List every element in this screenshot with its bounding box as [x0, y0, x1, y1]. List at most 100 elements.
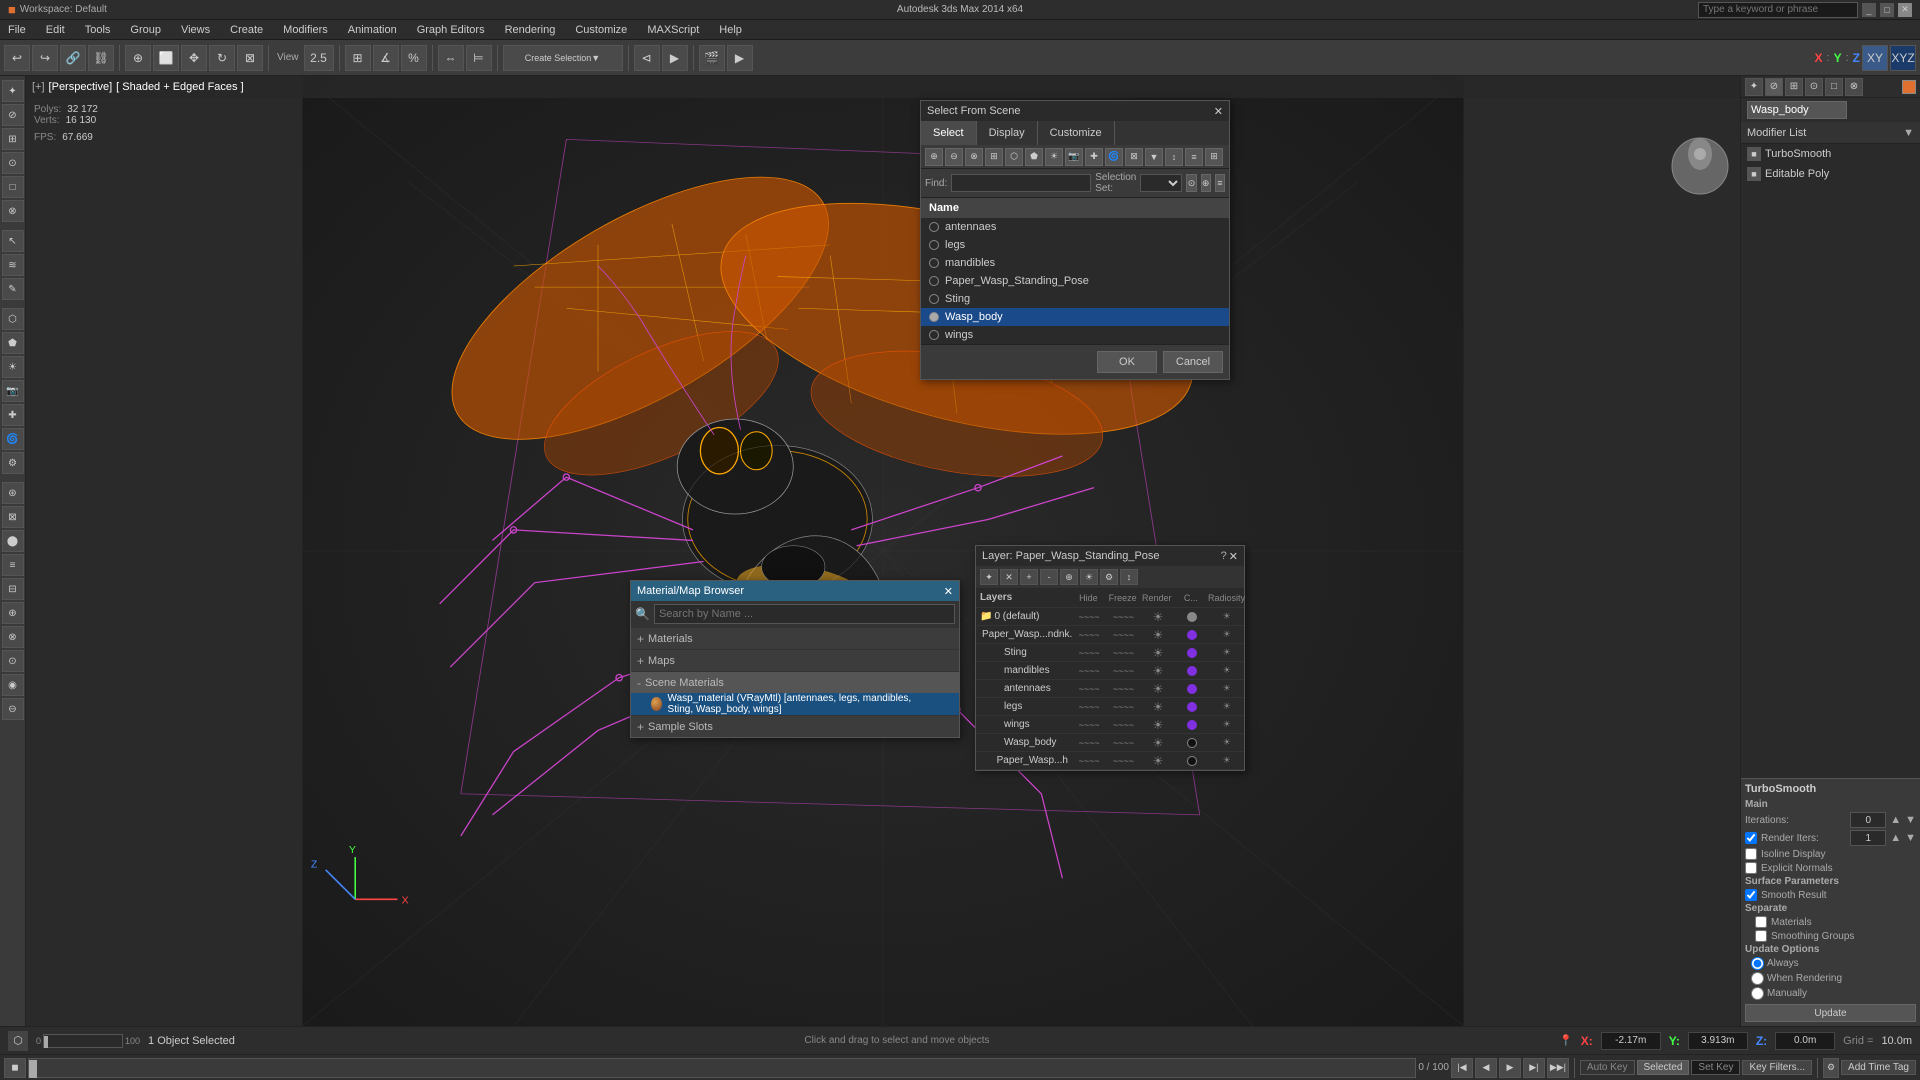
ts-when-render-radio[interactable]	[1751, 972, 1764, 985]
undo-btn[interactable]: ↩	[4, 45, 30, 71]
mat-section-maps[interactable]: + Maps	[631, 649, 959, 671]
render-setup[interactable]: 🎬	[699, 45, 725, 71]
display-tool[interactable]: □	[2, 176, 24, 198]
object-name-input[interactable]	[1747, 101, 1847, 119]
tool-extra2[interactable]: ⊠	[2, 506, 24, 528]
set-key-btn[interactable]: Set Key	[1691, 1060, 1740, 1075]
key-mode-btn[interactable]: ◼	[4, 1058, 26, 1078]
tool-paint[interactable]: ✎	[2, 278, 24, 300]
modifier-editpoly[interactable]: ■ Editable Poly	[1741, 164, 1920, 184]
viewport[interactable]: [+] [Perspective] [ Shaded + Edged Faces…	[26, 76, 1740, 1026]
sd-geom-btn[interactable]: ⬡	[1005, 148, 1023, 166]
ly-freeze-sting[interactable]: ~~~~	[1106, 644, 1140, 661]
ly-sort-btn[interactable]: ↕	[1120, 569, 1138, 585]
sd-filter-btn[interactable]: ▼	[1145, 148, 1163, 166]
unlink-btn[interactable]: ⛓	[88, 45, 114, 71]
select-region-btn[interactable]: ⬜	[153, 45, 179, 71]
ly-render-sting[interactable]: ☀	[1141, 644, 1175, 661]
sl-item-sting[interactable]: Sting	[921, 290, 1229, 308]
menu-views[interactable]: Views	[177, 24, 214, 36]
tool-extra1[interactable]: ⊛	[2, 482, 24, 504]
viewport-type[interactable]: [Perspective]	[49, 81, 113, 93]
ly-delete-btn[interactable]: ✕	[1000, 569, 1018, 585]
xyz-btn[interactable]: XYZ	[1890, 45, 1916, 71]
window-close[interactable]: ✕	[1898, 3, 1912, 17]
menu-help[interactable]: Help	[715, 24, 746, 36]
play-btn[interactable]: ▶	[1499, 1058, 1521, 1078]
menu-tools[interactable]: Tools	[81, 24, 115, 36]
play-prev-btn[interactable]: |◀	[1451, 1058, 1473, 1078]
mirror-btn[interactable]: ⇔	[438, 45, 464, 71]
sd-invert-btn[interactable]: ⊗	[965, 148, 983, 166]
ly-freeze-pwn[interactable]: ~~~~	[1106, 626, 1140, 643]
ly-freeze-ant[interactable]: ~~~~	[1106, 680, 1140, 697]
ly-render-pwn[interactable]: ☀	[1141, 626, 1175, 643]
sd-hier-btn[interactable]: ⊞	[985, 148, 1003, 166]
window-max[interactable]: □	[1880, 3, 1894, 17]
sd-all-btn[interactable]: ⊕	[925, 148, 943, 166]
key-filters-btn[interactable]: Key Filters...	[1742, 1060, 1812, 1075]
mat-browser-close[interactable]: ✕	[944, 585, 953, 598]
sl-item-wings[interactable]: wings	[921, 326, 1229, 344]
ly-rad-pwh[interactable]: ☀	[1210, 752, 1244, 769]
tool-extra10[interactable]: ⊖	[2, 698, 24, 720]
tool-extra7[interactable]: ⊗	[2, 626, 24, 648]
sd-none-btn[interactable]: ⊖	[945, 148, 963, 166]
z-coord[interactable]: 0.0m	[1775, 1032, 1835, 1050]
tool-extra5[interactable]: ⊟	[2, 578, 24, 600]
tool-helpers[interactable]: ✚	[2, 404, 24, 426]
menu-group[interactable]: Group	[126, 24, 165, 36]
menu-animation[interactable]: Animation	[344, 24, 401, 36]
window-min[interactable]: _	[1862, 3, 1876, 17]
sd-icon1[interactable]: ⊙	[1186, 174, 1196, 192]
mat-section-scene[interactable]: - Scene Materials	[631, 671, 959, 693]
ly-rad-wings[interactable]: ☀	[1210, 716, 1244, 733]
xy-btn[interactable]: XY	[1862, 45, 1888, 71]
tool-extra6[interactable]: ⊕	[2, 602, 24, 624]
ly-freeze-mand[interactable]: ~~~~	[1106, 662, 1140, 679]
ly-row-default[interactable]: 📁 0 (default) ~~~~ ~~~~ ☀ ☀	[976, 608, 1244, 626]
sel-set-dropdown[interactable]	[1140, 174, 1182, 192]
scale-btn[interactable]: ⊠	[237, 45, 263, 71]
ly-c-ant[interactable]	[1175, 680, 1209, 697]
tool-freeform[interactable]: ≋	[2, 254, 24, 276]
ly-c-mand[interactable]	[1175, 662, 1209, 679]
ly-render-ant[interactable]: ☀	[1141, 680, 1175, 697]
ly-hide-sting[interactable]: ~~~~	[1072, 644, 1106, 661]
tool-geometry[interactable]: ⬡	[2, 308, 24, 330]
tool-lights[interactable]: ☀	[2, 356, 24, 378]
sd-expand-btn[interactable]: ⊞	[1205, 148, 1223, 166]
ly-c-legs[interactable]	[1175, 698, 1209, 715]
ly-rad-mand[interactable]: ☀	[1210, 662, 1244, 679]
ly-props-btn[interactable]: ⚙	[1100, 569, 1118, 585]
tool-extra4[interactable]: ≡	[2, 554, 24, 576]
search-input[interactable]	[1698, 2, 1858, 18]
ly-hide-default[interactable]: ~~~~	[1072, 608, 1106, 625]
rp-utility-icon[interactable]: ⊗	[1845, 78, 1863, 96]
tool-shapes[interactable]: ⬟	[2, 332, 24, 354]
select-ok-btn[interactable]: OK	[1097, 351, 1157, 373]
ly-row-sting[interactable]: Sting ~~~~ ~~~~ ☀ ☀	[976, 644, 1244, 662]
tool-extra3[interactable]: ⬤	[2, 530, 24, 552]
sd-tab-customize[interactable]: Customize	[1038, 121, 1115, 145]
ts-iter-up[interactable]: ▲	[1890, 814, 1901, 826]
select-btn[interactable]: ⊕	[125, 45, 151, 71]
ts-update-btn[interactable]: Update	[1745, 1004, 1916, 1022]
create-tool[interactable]: ✦	[2, 80, 24, 102]
select-dialog-close[interactable]: ✕	[1214, 105, 1223, 118]
tool-cameras[interactable]: 📷	[2, 380, 24, 402]
ly-hide-wb[interactable]: ~~~~	[1072, 734, 1106, 751]
angle-snap-btn[interactable]: ∡	[373, 45, 399, 71]
ly-select-btn[interactable]: ⊕	[1060, 569, 1078, 585]
menu-customize[interactable]: Customize	[571, 24, 631, 36]
menu-edit[interactable]: Edit	[42, 24, 69, 36]
sd-light-btn[interactable]: ☀	[1045, 148, 1063, 166]
ly-c-wb[interactable]	[1175, 734, 1209, 751]
x-coord[interactable]: -2.17m	[1601, 1032, 1661, 1050]
ly-rad-pwn[interactable]: ☀	[1210, 626, 1244, 643]
timeline-bar[interactable]	[28, 1058, 1416, 1078]
ly-rad-legs[interactable]: ☀	[1210, 698, 1244, 715]
time-config-btn[interactable]: ⚙	[1823, 1058, 1839, 1078]
ly-c-wings[interactable]	[1175, 716, 1209, 733]
ly-rad-sting[interactable]: ☀	[1210, 644, 1244, 661]
